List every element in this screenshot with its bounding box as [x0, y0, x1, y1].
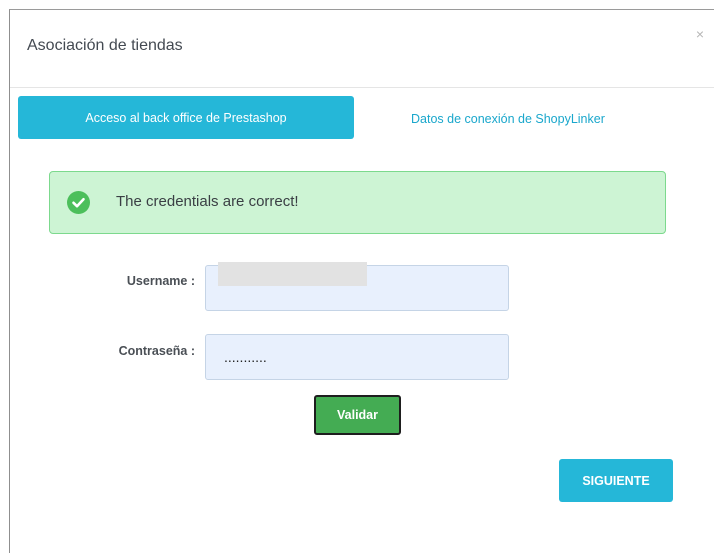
alert-message: The credentials are correct!	[116, 193, 299, 210]
tab-shopylinker-connection[interactable]: Datos de conexión de ShopyLinker	[411, 112, 605, 126]
modal-title: Asociación de tiendas	[27, 37, 183, 54]
username-label: Username :	[126, 274, 195, 288]
next-button[interactable]: SIGUIENTE	[559, 459, 673, 502]
check-circle-icon	[67, 191, 90, 214]
password-input[interactable]	[205, 334, 509, 380]
modal-header: Asociación de tiendas ×	[10, 10, 714, 88]
tab-prestashop-backoffice[interactable]: Acceso al back office de Prestashop	[18, 96, 354, 139]
success-alert: The credentials are correct!	[49, 171, 666, 234]
validate-button[interactable]: Validar	[314, 395, 401, 435]
close-icon[interactable]: ×	[696, 27, 704, 41]
redacted-username	[218, 262, 367, 286]
password-label: Contraseña :	[118, 344, 195, 358]
